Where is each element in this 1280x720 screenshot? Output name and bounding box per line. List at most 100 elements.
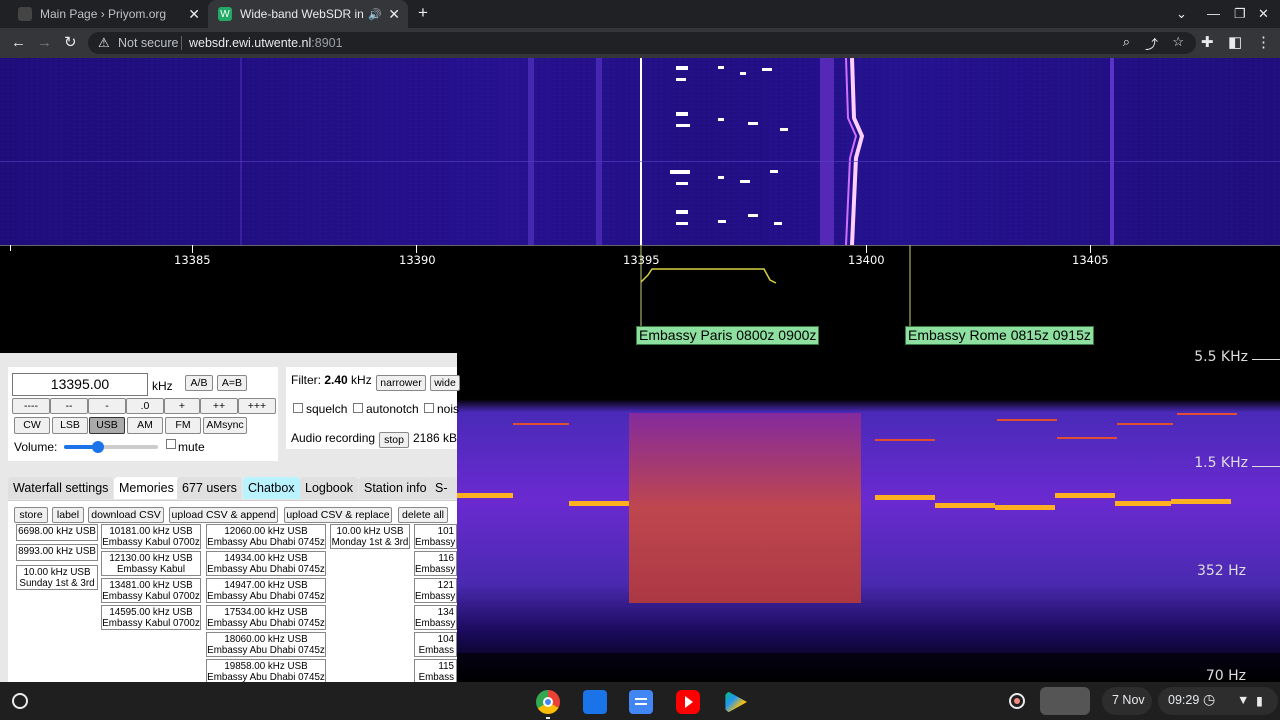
memory-slot[interactable]: 14934.00 kHz USB Embassy Abu Dhabi 0745z [206,551,326,576]
files-icon[interactable] [583,690,607,714]
label-button[interactable]: label [52,507,84,523]
memory-label: Sunday 1st & 3rd [19,578,95,589]
tab-logbook[interactable]: Logbook [300,477,358,499]
minimize-icon[interactable]: — [1207,6,1220,21]
upload-csv-replace-button[interactable]: upload CSV & replace [284,507,392,523]
noise-reduction-checkbox[interactable] [424,403,434,413]
memory-freq: 18060.00 kHz USB [224,634,308,645]
memory-slot[interactable]: 10181.00 kHz USB Embassy Kabul 0700z [101,524,201,549]
forward-icon[interactable]: → [37,34,52,52]
websdr-page: 13385 13390 13395 13400 13405 Embassy Pa… [0,58,1280,684]
memory-slot[interactable]: 115 Embass [414,659,457,684]
memory-label: Embassy Abu Dhabi 0745z [207,564,325,575]
volume-slider[interactable] [64,441,158,453]
launcher-icon[interactable] [12,693,28,709]
panel-tabs: Waterfall settings Memories 677 users Ch… [8,477,457,517]
memory-slot[interactable]: 116 Embassy [414,551,457,576]
tab-priyom[interactable]: Main Page › Priyom.org ✕ [8,0,208,28]
tab-search-icon[interactable]: ⌄ [1176,6,1187,22]
autonotch-checkbox[interactable] [353,403,363,413]
a-equals-b-button[interactable]: A=B [217,375,247,391]
youtube-icon[interactable] [676,690,700,714]
memory-slot[interactable]: 14947.00 kHz USB Embassy Abu Dhabi 0745z [206,578,326,603]
mode-cw-button[interactable]: CW [14,417,50,434]
tote-thumbnail[interactable] [1040,687,1090,715]
step-up-2-button[interactable]: ++ [200,398,238,414]
memory-label: Embassy [415,591,456,602]
docs-icon[interactable] [629,690,653,714]
mute-checkbox[interactable] [166,439,176,449]
memory-slot[interactable]: 134 Embassy [414,605,457,630]
waterfall-display[interactable] [0,58,1280,245]
close-tab-icon[interactable]: ✕ [388,6,400,23]
play-store-icon[interactable] [725,690,747,714]
memory-freq: 134 [437,607,454,618]
store-button[interactable]: store [14,507,48,523]
memory-label: Embassy Abu Dhabi 0745z [207,537,325,548]
memory-slot[interactable]: 10.00 kHz USB Monday 1st & 3rd [330,524,410,549]
memory-slot[interactable]: 12060.00 kHz USB Embassy Abu Dhabi 0745z [206,524,326,549]
tab-waterfall-settings[interactable]: Waterfall settings [8,477,114,499]
step-down-4-button[interactable]: ---- [12,398,50,414]
squelch-checkbox[interactable] [293,403,303,413]
memory-slot[interactable]: 8993.00 kHz USB [16,544,98,561]
round-button[interactable]: .0 [126,398,164,414]
memory-slot[interactable]: 18060.00 kHz USB Embassy Abu Dhabi 0745z [206,632,326,657]
zoom-icon[interactable]: ⌕ [1123,34,1130,50]
bookmark-star-icon[interactable]: ☆ [1172,34,1184,50]
download-csv-button[interactable]: download CSV [88,507,164,523]
tab-memories[interactable]: Memories [114,477,179,499]
memory-slot[interactable]: 104 Embass [414,632,457,657]
filter-value: 2.40 [324,373,348,387]
step-down-1-button[interactable]: - [88,398,126,414]
address-bar[interactable]: ⚠ Not secure websdr.ewi.utwente.nl:8901 … [88,32,1196,54]
mode-usb-button[interactable]: USB [89,417,125,434]
mode-amsync-button[interactable]: AMsync [203,417,247,434]
extensions-icon[interactable]: ✚ [1201,34,1214,52]
share-icon[interactable]: ⤴ [1145,34,1158,53]
memory-slot[interactable]: 101 Embassy [414,524,457,549]
tab-users[interactable]: 677 users [177,477,242,499]
volume-handle[interactable] [92,441,104,453]
screen-record-icon[interactable] [1009,693,1025,709]
memory-slot[interactable]: 12130.00 kHz USB Embassy Kabul [101,551,201,576]
memory-slot[interactable]: 121 Embassy [414,578,457,603]
chrome-icon[interactable] [536,690,560,714]
wider-button[interactable]: wide [430,375,460,391]
frequency-scale[interactable]: 13385 13390 13395 13400 13405 Embassy Pa… [0,245,1280,353]
ab-button[interactable]: A/B [185,375,213,391]
tab-s-meter[interactable]: S-m [430,477,457,517]
mode-lsb-button[interactable]: LSB [52,417,88,434]
memory-slot[interactable]: 14595.00 kHz USB Embassy Kabul 0700z [101,605,201,630]
menu-icon[interactable]: ⋮ [1256,34,1271,52]
station-label-embassy-rome[interactable]: Embassy Rome 0815z 0915z [905,326,1094,345]
memory-freq: 14947.00 kHz USB [224,580,308,591]
memory-slot[interactable]: 10.00 kHz USB Sunday 1st & 3rd [16,565,98,590]
tab-chatbox[interactable]: Chatbox [243,477,300,499]
reload-icon[interactable]: ↻ [64,34,77,52]
tab-websdr[interactable]: W Wide-band WebSDR in Ensch 🔊 ✕ [208,0,408,28]
station-label-embassy-paris[interactable]: Embassy Paris 0800z 0900z [636,326,820,345]
maximize-icon[interactable]: ❐ [1234,6,1246,22]
step-down-2-button[interactable]: -- [50,398,88,414]
side-panel-icon[interactable]: ◧ [1228,34,1242,52]
mode-am-button[interactable]: AM [127,417,163,434]
step-up-1-button[interactable]: + [164,398,200,414]
memory-slot[interactable]: 17534.00 kHz USB Embassy Abu Dhabi 0745z [206,605,326,630]
audio-playing-icon[interactable]: 🔊 [368,8,382,21]
memory-slot[interactable]: 6698.00 kHz USB [16,524,98,541]
memory-slot[interactable]: 13481.00 kHz USB Embassy Kabul 0700z [101,578,201,603]
mode-fm-button[interactable]: FM [165,417,201,434]
delete-all-button[interactable]: delete all [398,507,448,523]
tab-station-info[interactable]: Station info [359,477,432,499]
step-up-3-button[interactable]: +++ [238,398,276,414]
close-tab-icon[interactable]: ✕ [188,6,200,23]
close-window-icon[interactable]: ✕ [1258,6,1269,22]
back-icon[interactable]: ← [11,34,26,52]
memory-slot[interactable]: 19858.00 kHz USB Embassy Abu Dhabi 0745z [206,659,326,684]
stop-recording-button[interactable]: stop [379,432,409,448]
narrower-button[interactable]: narrower [376,375,426,391]
frequency-input[interactable]: 13395.00 [12,373,148,396]
new-tab-button[interactable]: + [418,3,428,23]
upload-csv-append-button[interactable]: upload CSV & append [169,507,278,523]
